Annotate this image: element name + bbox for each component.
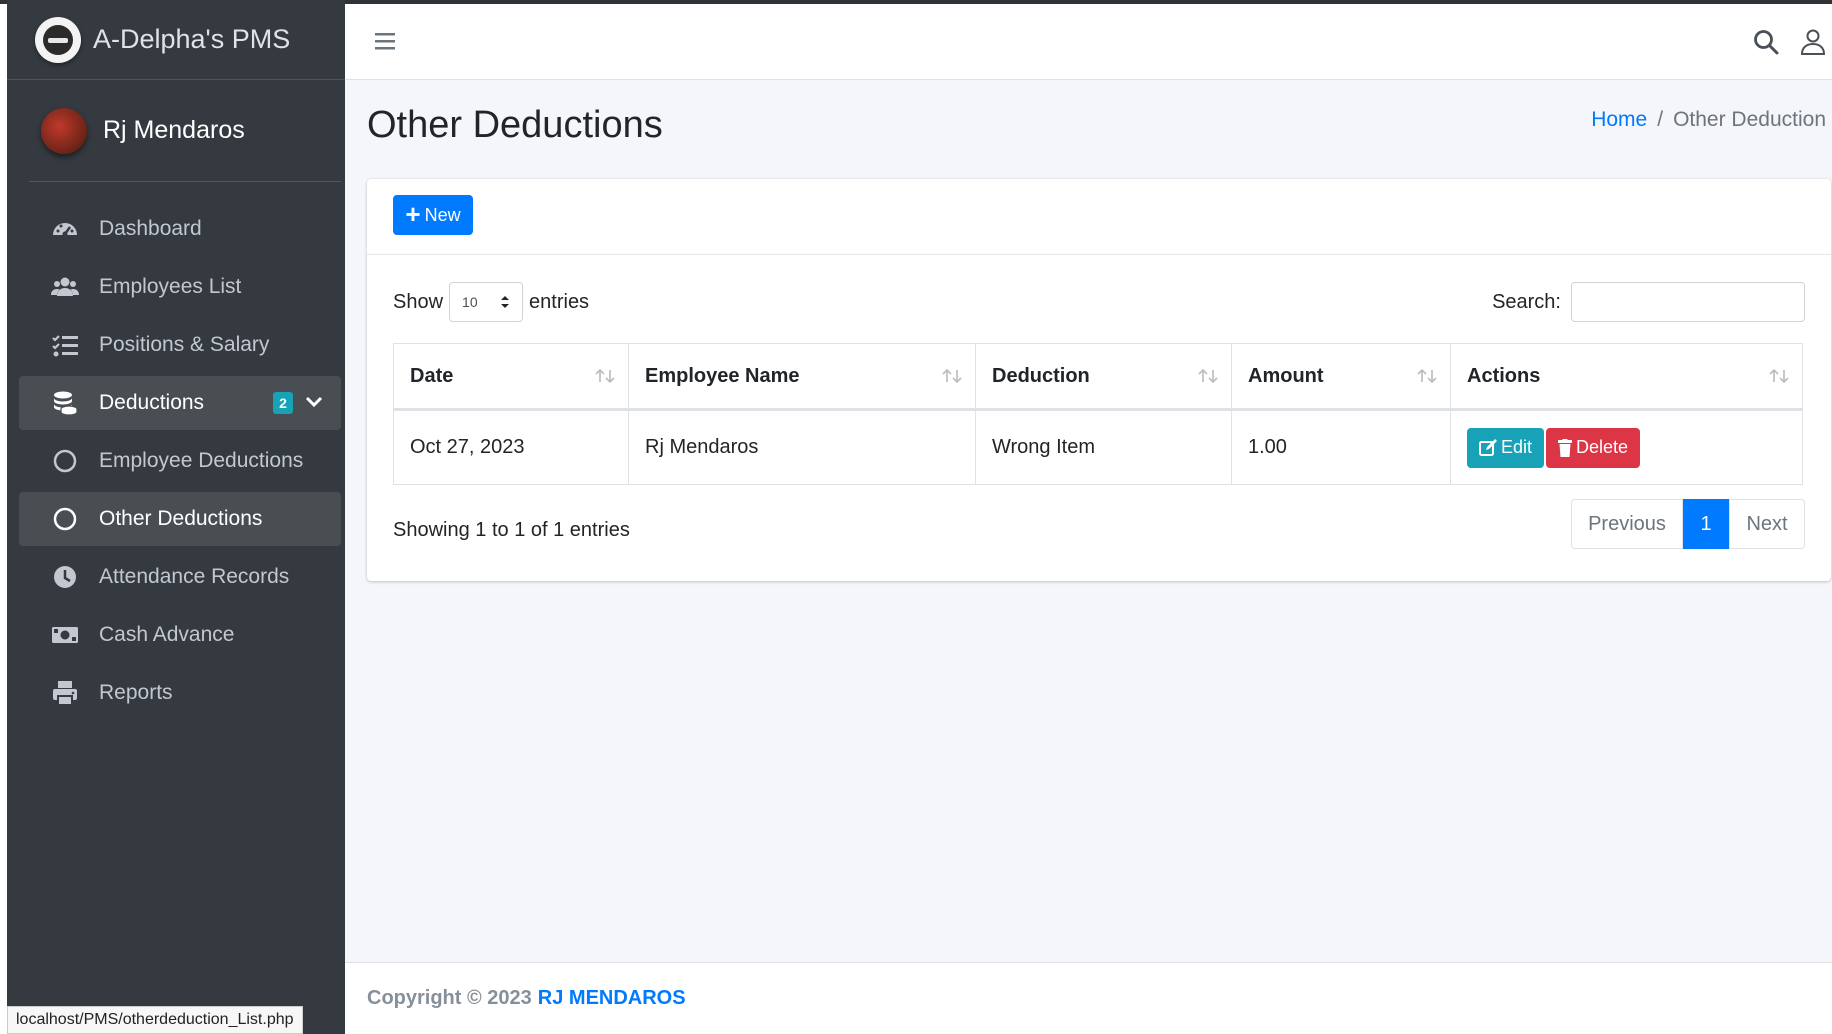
content-wrapper: Other Deductions Home / Other Deduction … xyxy=(345,80,1832,962)
print-icon xyxy=(49,679,81,707)
pagination-next[interactable]: Next xyxy=(1729,499,1805,549)
pagination: Previous 1 Next xyxy=(1571,499,1805,549)
breadcrumb: Home / Other Deduction xyxy=(1591,108,1826,132)
edit-button-label: Edit xyxy=(1501,437,1533,457)
sidebar-item-employees-list[interactable]: Employees List xyxy=(19,260,341,314)
user-icon[interactable] xyxy=(1800,28,1826,56)
sort-icon xyxy=(1769,368,1789,384)
sidebar-item-label: Attendance Records xyxy=(99,565,290,588)
page-title: Other Deductions xyxy=(367,104,663,146)
footer-author-link[interactable]: RJ MENDAROS xyxy=(538,987,686,1010)
sidebar-item-cash-advance[interactable]: Cash Advance xyxy=(19,608,341,662)
sidebar-item-label: Dashboard xyxy=(99,217,202,240)
users-icon xyxy=(49,273,81,301)
plus-icon: + xyxy=(405,199,421,229)
user-name: Rj Mendaros xyxy=(103,116,245,144)
sidebar-item-attendance-records[interactable]: Attendance Records xyxy=(19,550,341,604)
column-header-label: Actions xyxy=(1467,364,1541,387)
tachometer-icon xyxy=(49,215,81,243)
deductions-card: + New Show 10 entries Search: Date Emplo… xyxy=(367,179,1831,581)
brand-logo-icon xyxy=(35,16,81,63)
footer-copyright: Copyright © 2023 xyxy=(367,987,532,1009)
sidebar: A-Delpha's PMS Rj Mendaros Dashboard Emp… xyxy=(7,0,345,1034)
breadcrumb-separator: / xyxy=(1657,108,1664,131)
edit-button[interactable]: Edit xyxy=(1467,427,1545,468)
sidebar-item-label: Positions & Salary xyxy=(99,333,270,356)
sidebar-item-label: Other Deductions xyxy=(99,507,263,530)
column-header-label: Deduction xyxy=(992,364,1090,387)
sidebar-item-label: Deductions xyxy=(99,391,205,414)
cell-amount: 1.00 xyxy=(1231,409,1451,485)
breadcrumb-current: Other Deduction xyxy=(1673,108,1826,131)
column-header-label: Employee Name xyxy=(645,364,800,387)
delete-button-label: Delete xyxy=(1576,437,1629,457)
cell-date: Oct 27, 2023 xyxy=(393,409,629,485)
sidebar-nav: Dashboard Employees List Positions & Sal… xyxy=(19,202,341,724)
user-panel[interactable]: Rj Mendaros xyxy=(29,80,341,182)
sidebar-item-label: Employees List xyxy=(99,275,242,298)
coins-icon xyxy=(49,389,81,417)
entries-label: entries xyxy=(529,290,590,313)
cell-employee-name: Rj Mendaros xyxy=(628,409,976,485)
sidebar-item-employee-deductions[interactable]: Employee Deductions xyxy=(19,434,341,488)
table-search: Search: xyxy=(1492,282,1805,322)
sidebar-item-reports[interactable]: Reports xyxy=(19,666,341,720)
avatar xyxy=(41,107,87,154)
cell-deduction: Wrong Item xyxy=(975,409,1232,485)
cell-actions: Edit Delete xyxy=(1450,409,1803,485)
table-header-row: Date Employee Name Deduction Amount Acti… xyxy=(393,343,1803,411)
column-header-deduction[interactable]: Deduction xyxy=(975,343,1232,411)
breadcrumb-home-link[interactable]: Home xyxy=(1591,108,1647,132)
column-header-amount[interactable]: Amount xyxy=(1231,343,1451,411)
chevron-down-icon[interactable] xyxy=(303,390,325,412)
tasks-icon xyxy=(49,331,81,359)
sidebar-item-deductions[interactable]: Deductions 2 xyxy=(19,376,341,430)
clock-icon xyxy=(49,563,81,591)
show-label: Show xyxy=(393,290,444,313)
brand-link[interactable]: A-Delpha's PMS xyxy=(7,0,345,80)
sort-caret-icon xyxy=(501,296,510,308)
sidebar-item-other-deductions[interactable]: Other Deductions xyxy=(19,492,341,546)
card-header: + New xyxy=(367,179,1831,255)
top-navbar xyxy=(345,4,1832,80)
sort-icon xyxy=(942,368,962,384)
status-bar-url: localhost/PMS/otherdeduction_List.php xyxy=(7,1006,303,1034)
sidebar-item-dashboard[interactable]: Dashboard xyxy=(19,202,341,256)
sidebar-item-label: Cash Advance xyxy=(99,623,235,646)
brand-title: A-Delpha's PMS xyxy=(93,24,291,54)
column-header-label: Amount xyxy=(1248,364,1324,387)
deductions-table: Date Employee Name Deduction Amount Acti… xyxy=(393,343,1803,485)
search-label: Search: xyxy=(1492,290,1561,313)
edit-icon xyxy=(1479,438,1497,456)
new-deduction-button[interactable]: + New xyxy=(393,195,473,235)
delete-button[interactable]: Delete xyxy=(1546,427,1641,468)
column-header-label: Date xyxy=(410,364,454,387)
circle-icon xyxy=(49,447,81,475)
search-icon[interactable] xyxy=(1752,28,1780,56)
new-button-label: New xyxy=(424,204,461,225)
sidebar-item-label: Reports xyxy=(99,681,173,704)
hamburger-menu-icon[interactable] xyxy=(373,30,397,52)
column-header-employee-name[interactable]: Employee Name xyxy=(628,343,976,411)
deductions-count-badge: 2 xyxy=(273,392,293,414)
sidebar-item-positions-salary[interactable]: Positions & Salary xyxy=(19,318,341,372)
entries-length-select[interactable]: 10 xyxy=(449,282,524,322)
table-info: Showing 1 to 1 of 1 entries xyxy=(393,519,630,541)
trash-icon xyxy=(1558,438,1573,457)
sort-icon xyxy=(1198,368,1218,384)
column-header-date[interactable]: Date xyxy=(393,343,629,411)
entries-length-value: 10 xyxy=(462,294,478,310)
entries-length-control: Show 10 entries xyxy=(393,282,589,322)
sidebar-item-label: Employee Deductions xyxy=(99,449,304,472)
column-header-actions[interactable]: Actions xyxy=(1450,343,1803,411)
money-bill-icon xyxy=(49,621,81,649)
pagination-previous[interactable]: Previous xyxy=(1571,499,1683,549)
circle-icon xyxy=(49,505,81,533)
footer: Copyright © 2023 RJ MENDAROS xyxy=(345,962,1832,1034)
sort-icon xyxy=(1417,368,1437,384)
pagination-page-1[interactable]: 1 xyxy=(1683,499,1729,549)
table-row: Oct 27, 2023 Rj Mendaros Wrong Item 1.00… xyxy=(393,409,1803,485)
search-input[interactable] xyxy=(1571,282,1805,322)
sort-icon xyxy=(595,368,615,384)
